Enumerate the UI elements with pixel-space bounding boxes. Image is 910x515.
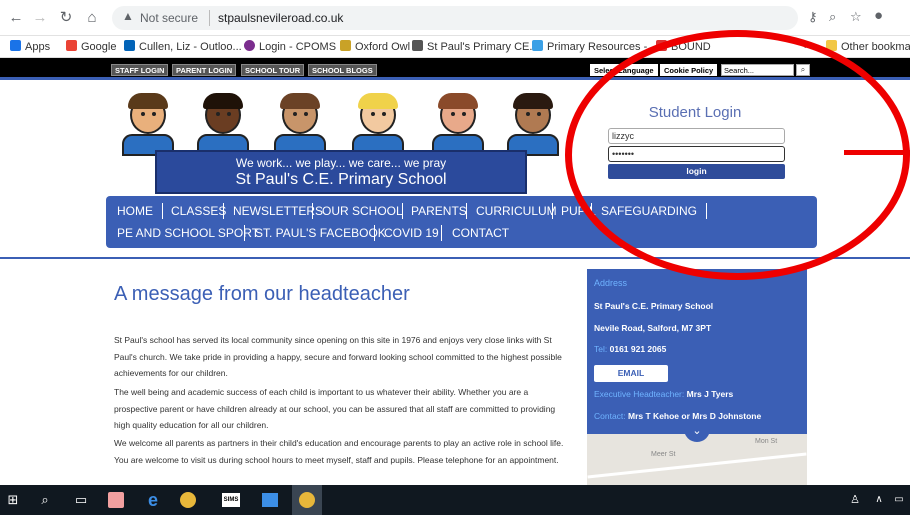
child-illustration xyxy=(197,93,249,156)
nav-divider xyxy=(402,203,403,219)
staff-login-button[interactable]: STAFF LOGIN xyxy=(111,64,169,76)
bookmark-apps[interactable]: Apps xyxy=(10,40,50,53)
warning-icon: ▲ xyxy=(122,9,134,23)
google-icon xyxy=(66,40,77,51)
chrome-icon xyxy=(299,492,315,508)
task-view-icon[interactable]: ▭ xyxy=(72,491,90,509)
key-icon[interactable]: ⚷ xyxy=(808,9,818,25)
app-icon[interactable] xyxy=(108,492,124,508)
map-label: Meer St xyxy=(651,451,676,458)
address-headteacher: Executive Headteacher: Mrs J Tyers xyxy=(594,389,734,399)
nav-divider xyxy=(552,203,553,219)
bookmark-cpoms[interactable]: Login - CPOMS xyxy=(244,40,336,53)
apps-icon xyxy=(10,40,21,51)
nav-contact[interactable]: CONTACT xyxy=(452,226,509,240)
nav-divider xyxy=(441,225,442,241)
browser-toolbar: ← → ↻ ⌂ ▲ Not secure stpaulsnevileroad.c… xyxy=(0,0,910,36)
page-title: A message from our headteacher xyxy=(114,283,410,305)
resources-icon xyxy=(532,40,543,51)
child-illustration xyxy=(352,93,404,156)
nav-our-school[interactable]: OUR SCHOOL xyxy=(322,204,403,218)
child-illustration xyxy=(122,93,174,156)
paragraph: We welcome all parents as partners in th… xyxy=(114,438,564,465)
chrome-icon[interactable] xyxy=(180,492,196,508)
school-blogs-button[interactable]: SCHOOL BLOGS xyxy=(308,64,377,76)
chevron-down-icon[interactable]: ⌄ xyxy=(684,422,710,442)
bookmark-primary-resources[interactable]: Primary Resources -... xyxy=(532,40,656,53)
reload-icon[interactable]: ↻ xyxy=(56,8,76,28)
windows-start-icon[interactable]: ⊞ xyxy=(4,491,22,509)
address-bar[interactable]: ▲ Not secure stpaulsnevileroad.co.uk xyxy=(112,6,798,30)
owl-icon xyxy=(340,40,351,51)
nav-divider xyxy=(466,203,467,219)
school-tour-button[interactable]: SCHOOL TOUR xyxy=(241,64,305,76)
address-contact: Contact: Mrs T Kehoe or Mrs D Johnstone xyxy=(594,411,762,421)
parent-login-button[interactable]: PARENT LOGIN xyxy=(172,64,237,76)
child-illustration xyxy=(507,93,559,156)
motto-banner: We work... we play... we care... we pray… xyxy=(155,150,527,194)
bookmark-google[interactable]: Google xyxy=(66,40,116,53)
school-motto: We work... we play... we care... we pray xyxy=(235,156,447,170)
bookmark-st-pauls[interactable]: St Paul's Primary CE... xyxy=(412,40,539,53)
bookmark-outlook[interactable]: Cullen, Liz - Outloo... xyxy=(124,40,242,53)
paragraph: The well being and academic success of e… xyxy=(114,387,556,430)
bookmark-other[interactable]: Other bookmarks xyxy=(826,40,910,53)
address-tel: Tel: 0161 921 2065 xyxy=(594,344,667,354)
nav-divider xyxy=(244,225,245,241)
school-icon xyxy=(412,40,423,51)
omnibox-divider xyxy=(209,10,210,26)
search-icon[interactable]: ⌕ xyxy=(36,491,54,509)
nav-classes[interactable]: CLASSES xyxy=(171,204,226,218)
outlook-icon xyxy=(124,40,135,51)
paragraph: St Paul's school has served its local co… xyxy=(114,335,562,378)
people-icon[interactable]: ♙ xyxy=(846,491,864,509)
map-road xyxy=(587,452,807,479)
windows-taskbar: ⊞ ⌕ ▭ e SIMS ♙ ∧ ▭ xyxy=(0,485,910,515)
address-street: Nevile Road, Salford, M7 3PT xyxy=(594,323,712,333)
nav-pe-sport[interactable]: PE AND SCHOOL SPORT xyxy=(117,226,259,240)
address-panel: Address St Paul's C.E. Primary School Ne… xyxy=(587,269,807,485)
chevron-up-icon[interactable]: ∧ xyxy=(870,491,888,509)
profile-icon[interactable]: ● xyxy=(874,7,883,24)
nav-divider xyxy=(374,225,375,241)
nav-divider xyxy=(312,203,313,219)
nav-newsletters[interactable]: NEWSLETTERS xyxy=(233,204,323,218)
email-button[interactable]: EMAIL xyxy=(594,365,668,382)
security-label: Not secure xyxy=(140,11,199,25)
bookmark-oxford-owl[interactable]: Oxford Owl xyxy=(340,40,410,53)
sims-icon[interactable]: SIMS xyxy=(222,493,240,507)
nav-curriculum[interactable]: CURRICULUM xyxy=(476,204,557,218)
chrome-active-icon[interactable] xyxy=(292,485,322,515)
child-illustration xyxy=(432,93,484,156)
annotation-circle xyxy=(565,30,910,280)
location-map[interactable]: Meer St Mon St ⌄ xyxy=(587,422,807,485)
nav-home[interactable]: HOME xyxy=(117,204,153,218)
star-icon[interactable]: ☆ xyxy=(850,9,862,25)
window-icon[interactable] xyxy=(262,493,278,507)
nav-divider xyxy=(162,203,163,219)
nav-covid[interactable]: COVID 19 xyxy=(384,226,439,240)
school-name: St Paul's C.E. Primary School xyxy=(235,171,447,188)
child-illustration xyxy=(274,93,326,156)
nav-parents[interactable]: PARENTS xyxy=(411,204,467,218)
address-school: St Paul's C.E. Primary School xyxy=(594,301,714,311)
home-icon[interactable]: ⌂ xyxy=(82,8,102,28)
nav-divider xyxy=(223,203,224,219)
back-icon[interactable]: ← xyxy=(6,8,26,28)
address-heading: Address xyxy=(594,278,628,288)
zoom-icon[interactable]: ⌕ xyxy=(829,9,836,25)
school-logo-banner: We work... we play... we care... we pray… xyxy=(112,93,562,194)
battery-icon[interactable]: ▭ xyxy=(890,491,908,509)
map-label: Mon St xyxy=(755,438,778,445)
annotation-arrow xyxy=(844,150,910,155)
edge-icon[interactable]: e xyxy=(144,491,162,509)
cpoms-icon xyxy=(244,40,255,51)
nav-facebook[interactable]: ST. PAUL'S FACEBOOK xyxy=(255,226,386,240)
forward-icon[interactable]: → xyxy=(30,8,50,28)
url-text[interactable]: stpaulsnevileroad.co.uk xyxy=(218,11,343,25)
